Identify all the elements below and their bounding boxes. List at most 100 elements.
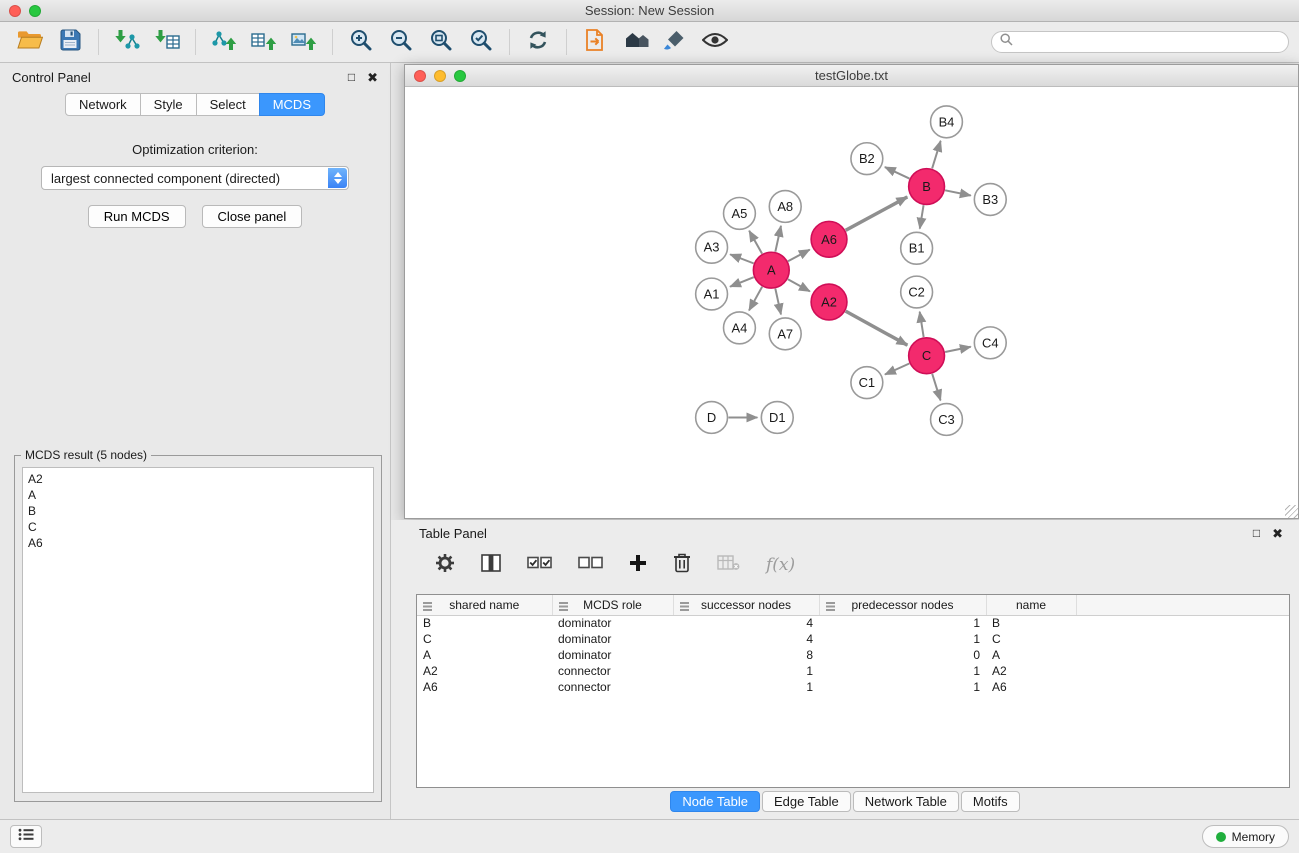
- apply-layout-button[interactable]: [518, 25, 558, 59]
- export-table-button[interactable]: [244, 25, 284, 59]
- table-row[interactable]: Adominator80A: [417, 647, 1289, 663]
- search-field[interactable]: [991, 31, 1289, 53]
- graph-edge[interactable]: [788, 250, 810, 262]
- graph-edge[interactable]: [730, 254, 753, 263]
- tab-network[interactable]: Network: [65, 93, 141, 116]
- graph-node-B[interactable]: B: [909, 169, 945, 205]
- graph-edge[interactable]: [775, 226, 781, 252]
- graph-edge[interactable]: [846, 311, 908, 345]
- column-header-name[interactable]: name: [986, 595, 1076, 615]
- graph-edge[interactable]: [749, 231, 762, 254]
- graph-node-A3[interactable]: A3: [696, 231, 728, 263]
- zoom-out-button[interactable]: [381, 25, 421, 59]
- save-session-button[interactable]: [50, 25, 90, 59]
- graph-edge[interactable]: [920, 205, 924, 228]
- graph-edge[interactable]: [885, 364, 909, 375]
- graph-edge[interactable]: [932, 141, 940, 169]
- close-panel-icon[interactable]: ✖: [367, 71, 378, 84]
- tab-motifs[interactable]: Motifs: [961, 791, 1020, 812]
- graph-edge[interactable]: [920, 312, 924, 337]
- deselect-all-button[interactable]: [578, 556, 603, 575]
- graph-node-A8[interactable]: A8: [769, 191, 801, 223]
- network-close-button[interactable]: [414, 70, 426, 82]
- graph-edge[interactable]: [749, 287, 762, 311]
- table-row[interactable]: A6connector11A6: [417, 679, 1289, 695]
- add-column-button[interactable]: [629, 554, 647, 577]
- graph-node-C[interactable]: C: [909, 338, 945, 374]
- graph-node-A7[interactable]: A7: [769, 318, 801, 350]
- mcds-result-item[interactable]: A6: [28, 535, 368, 551]
- network-zoom-button[interactable]: [454, 70, 466, 82]
- open-session-button[interactable]: [10, 25, 50, 59]
- tab-node-table[interactable]: Node Table: [670, 791, 760, 812]
- graph-edge[interactable]: [945, 347, 971, 352]
- column-header-predecessor-nodes[interactable]: predecessor nodes: [819, 595, 986, 615]
- function-builder-button[interactable]: f(x): [766, 555, 795, 575]
- graph-node-B3[interactable]: B3: [974, 184, 1006, 216]
- graph-node-C1[interactable]: C1: [851, 367, 883, 399]
- show-column-button[interactable]: [481, 554, 501, 577]
- mcds-result-item[interactable]: B: [28, 503, 368, 519]
- ndex-home-button[interactable]: [615, 25, 655, 59]
- criterion-dropdown[interactable]: largest connected component (directed): [41, 166, 349, 190]
- tab-style[interactable]: Style: [140, 93, 197, 116]
- graph-edge[interactable]: [775, 289, 781, 315]
- graph-edge[interactable]: [788, 279, 810, 291]
- graph-node-B1[interactable]: B1: [901, 232, 933, 264]
- graph-node-A1[interactable]: A1: [696, 278, 728, 310]
- zoom-selected-button[interactable]: [461, 25, 501, 59]
- network-window-titlebar[interactable]: testGlobe.txt: [405, 65, 1298, 87]
- graph-node-D[interactable]: D: [696, 402, 728, 434]
- table-row[interactable]: A2connector11A2: [417, 663, 1289, 679]
- select-all-button[interactable]: [527, 556, 552, 575]
- tab-edge-table[interactable]: Edge Table: [762, 791, 851, 812]
- graph-node-A2[interactable]: A2: [811, 284, 847, 320]
- export-network-button[interactable]: [204, 25, 244, 59]
- column-header-successor-nodes[interactable]: successor nodes: [673, 595, 819, 615]
- graph-edge[interactable]: [945, 190, 971, 195]
- graph-node-B4[interactable]: B4: [931, 106, 963, 138]
- mcds-result-list[interactable]: A2ABCA6: [22, 467, 374, 793]
- close-table-panel-icon[interactable]: ✖: [1272, 527, 1283, 540]
- network-minimize-button[interactable]: [434, 70, 446, 82]
- graph-node-A4[interactable]: A4: [724, 312, 756, 344]
- mcds-result-item[interactable]: C: [28, 519, 368, 535]
- graph-node-D1[interactable]: D1: [761, 402, 793, 434]
- ndex-import-button[interactable]: [575, 25, 615, 59]
- export-image-button[interactable]: [284, 25, 324, 59]
- close-window-button[interactable]: [9, 5, 21, 17]
- show-hide-button[interactable]: [695, 25, 735, 59]
- graph-node-C4[interactable]: C4: [974, 327, 1006, 359]
- graph-node-A6[interactable]: A6: [811, 221, 847, 257]
- graph-edge[interactable]: [885, 167, 910, 178]
- delete-table-button[interactable]: [717, 555, 740, 576]
- task-history-button[interactable]: [10, 825, 42, 848]
- close-panel-button[interactable]: Close panel: [202, 205, 303, 228]
- search-input[interactable]: [1018, 35, 1280, 49]
- float-table-panel-icon[interactable]: □: [1253, 527, 1260, 540]
- graph-edge[interactable]: [730, 277, 754, 286]
- network-canvas[interactable]: B4B2BB3A8A5A6A3B1AC2A1A2A4A7C4CC1C3DD1: [406, 88, 1297, 517]
- table-row[interactable]: Cdominator41C: [417, 631, 1289, 647]
- zoom-fit-button[interactable]: [421, 25, 461, 59]
- tab-select[interactable]: Select: [196, 93, 260, 116]
- graph-node-A[interactable]: A: [753, 252, 789, 288]
- memory-button[interactable]: Memory: [1202, 825, 1289, 848]
- tab-network-table[interactable]: Network Table: [853, 791, 959, 812]
- mcds-result-item[interactable]: A2: [28, 471, 368, 487]
- graph-node-A5[interactable]: A5: [724, 197, 756, 229]
- table-settings-button[interactable]: [435, 553, 455, 578]
- float-panel-icon[interactable]: □: [348, 71, 355, 84]
- graph-edge[interactable]: [846, 197, 908, 230]
- import-network-button[interactable]: [107, 25, 147, 59]
- zoom-in-button[interactable]: [341, 25, 381, 59]
- node-table[interactable]: shared name MCDS role successor nodes: [416, 594, 1290, 788]
- graph-edge[interactable]: [932, 374, 940, 401]
- tab-mcds[interactable]: MCDS: [259, 93, 325, 116]
- delete-column-button[interactable]: [673, 552, 691, 578]
- graph-node-C2[interactable]: C2: [901, 276, 933, 308]
- mcds-result-item[interactable]: A: [28, 487, 368, 503]
- import-table-button[interactable]: [147, 25, 187, 59]
- column-header-mcds-role[interactable]: MCDS role: [552, 595, 673, 615]
- column-header-shared-name[interactable]: shared name: [417, 595, 552, 615]
